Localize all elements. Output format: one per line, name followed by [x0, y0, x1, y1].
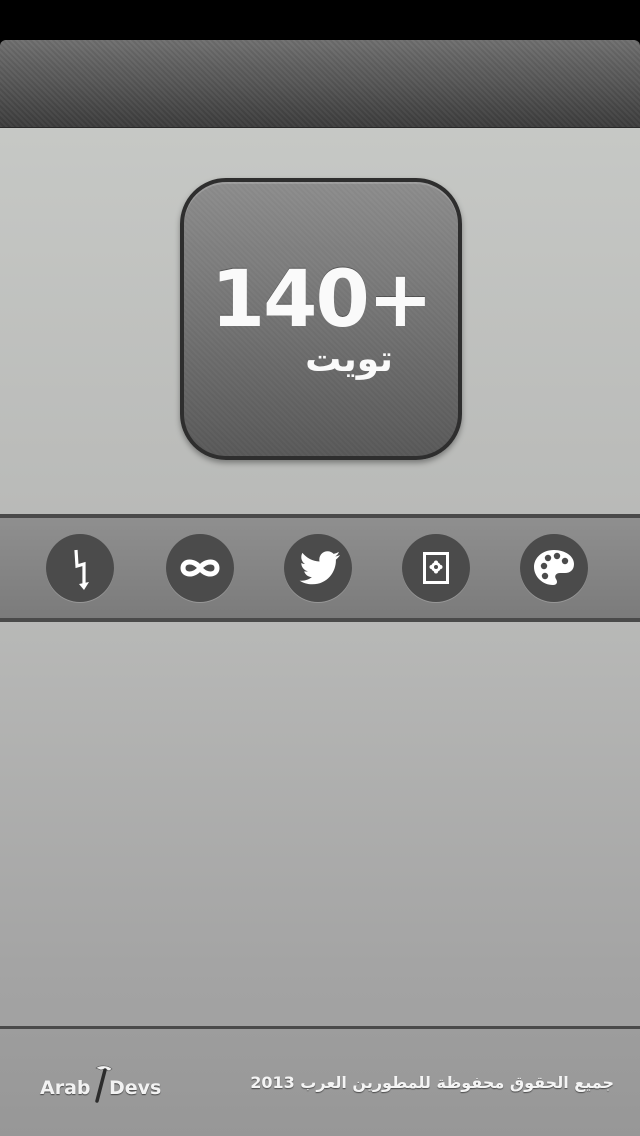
photo-button[interactable] — [402, 534, 470, 602]
navigation-bar — [0, 40, 640, 128]
arab-devs-logo[interactable]: Arab Devs — [40, 1063, 170, 1113]
logo-text-devs: Devs — [109, 1077, 162, 1099]
palette-icon — [534, 550, 574, 585]
copyright-text: جميع الحقوق محفوظة للمطورين العرب 2013 — [250, 1073, 614, 1092]
logo-word: تويت — [305, 339, 393, 380]
hero-area: 140+ تويت — [0, 128, 640, 514]
twitter-bird-icon — [299, 551, 340, 585]
logo-text-arab: Arab — [40, 1077, 91, 1099]
footer: Arab Devs جميع الحقوق محفوظة للمطورين ال… — [0, 1026, 640, 1136]
screen: 140+ تويت Arab Devs جميع الحقوق محفوظة ل… — [0, 0, 640, 1136]
lightning-button[interactable] — [46, 534, 114, 602]
status-bar — [0, 0, 640, 40]
action-toolbar — [0, 514, 640, 622]
infinity-button[interactable] — [166, 534, 234, 602]
infinity-icon — [180, 559, 220, 577]
twitter-button[interactable] — [284, 534, 352, 602]
logo-number: 140+ — [210, 255, 433, 345]
photo-icon — [423, 552, 449, 584]
main-content: 140+ تويت Arab Devs جميع الحقوق محفوظة ل… — [0, 128, 640, 1136]
app-logo-tile: 140+ تويت — [180, 178, 462, 460]
palette-button[interactable] — [520, 534, 588, 602]
lightning-icon — [74, 549, 89, 590]
